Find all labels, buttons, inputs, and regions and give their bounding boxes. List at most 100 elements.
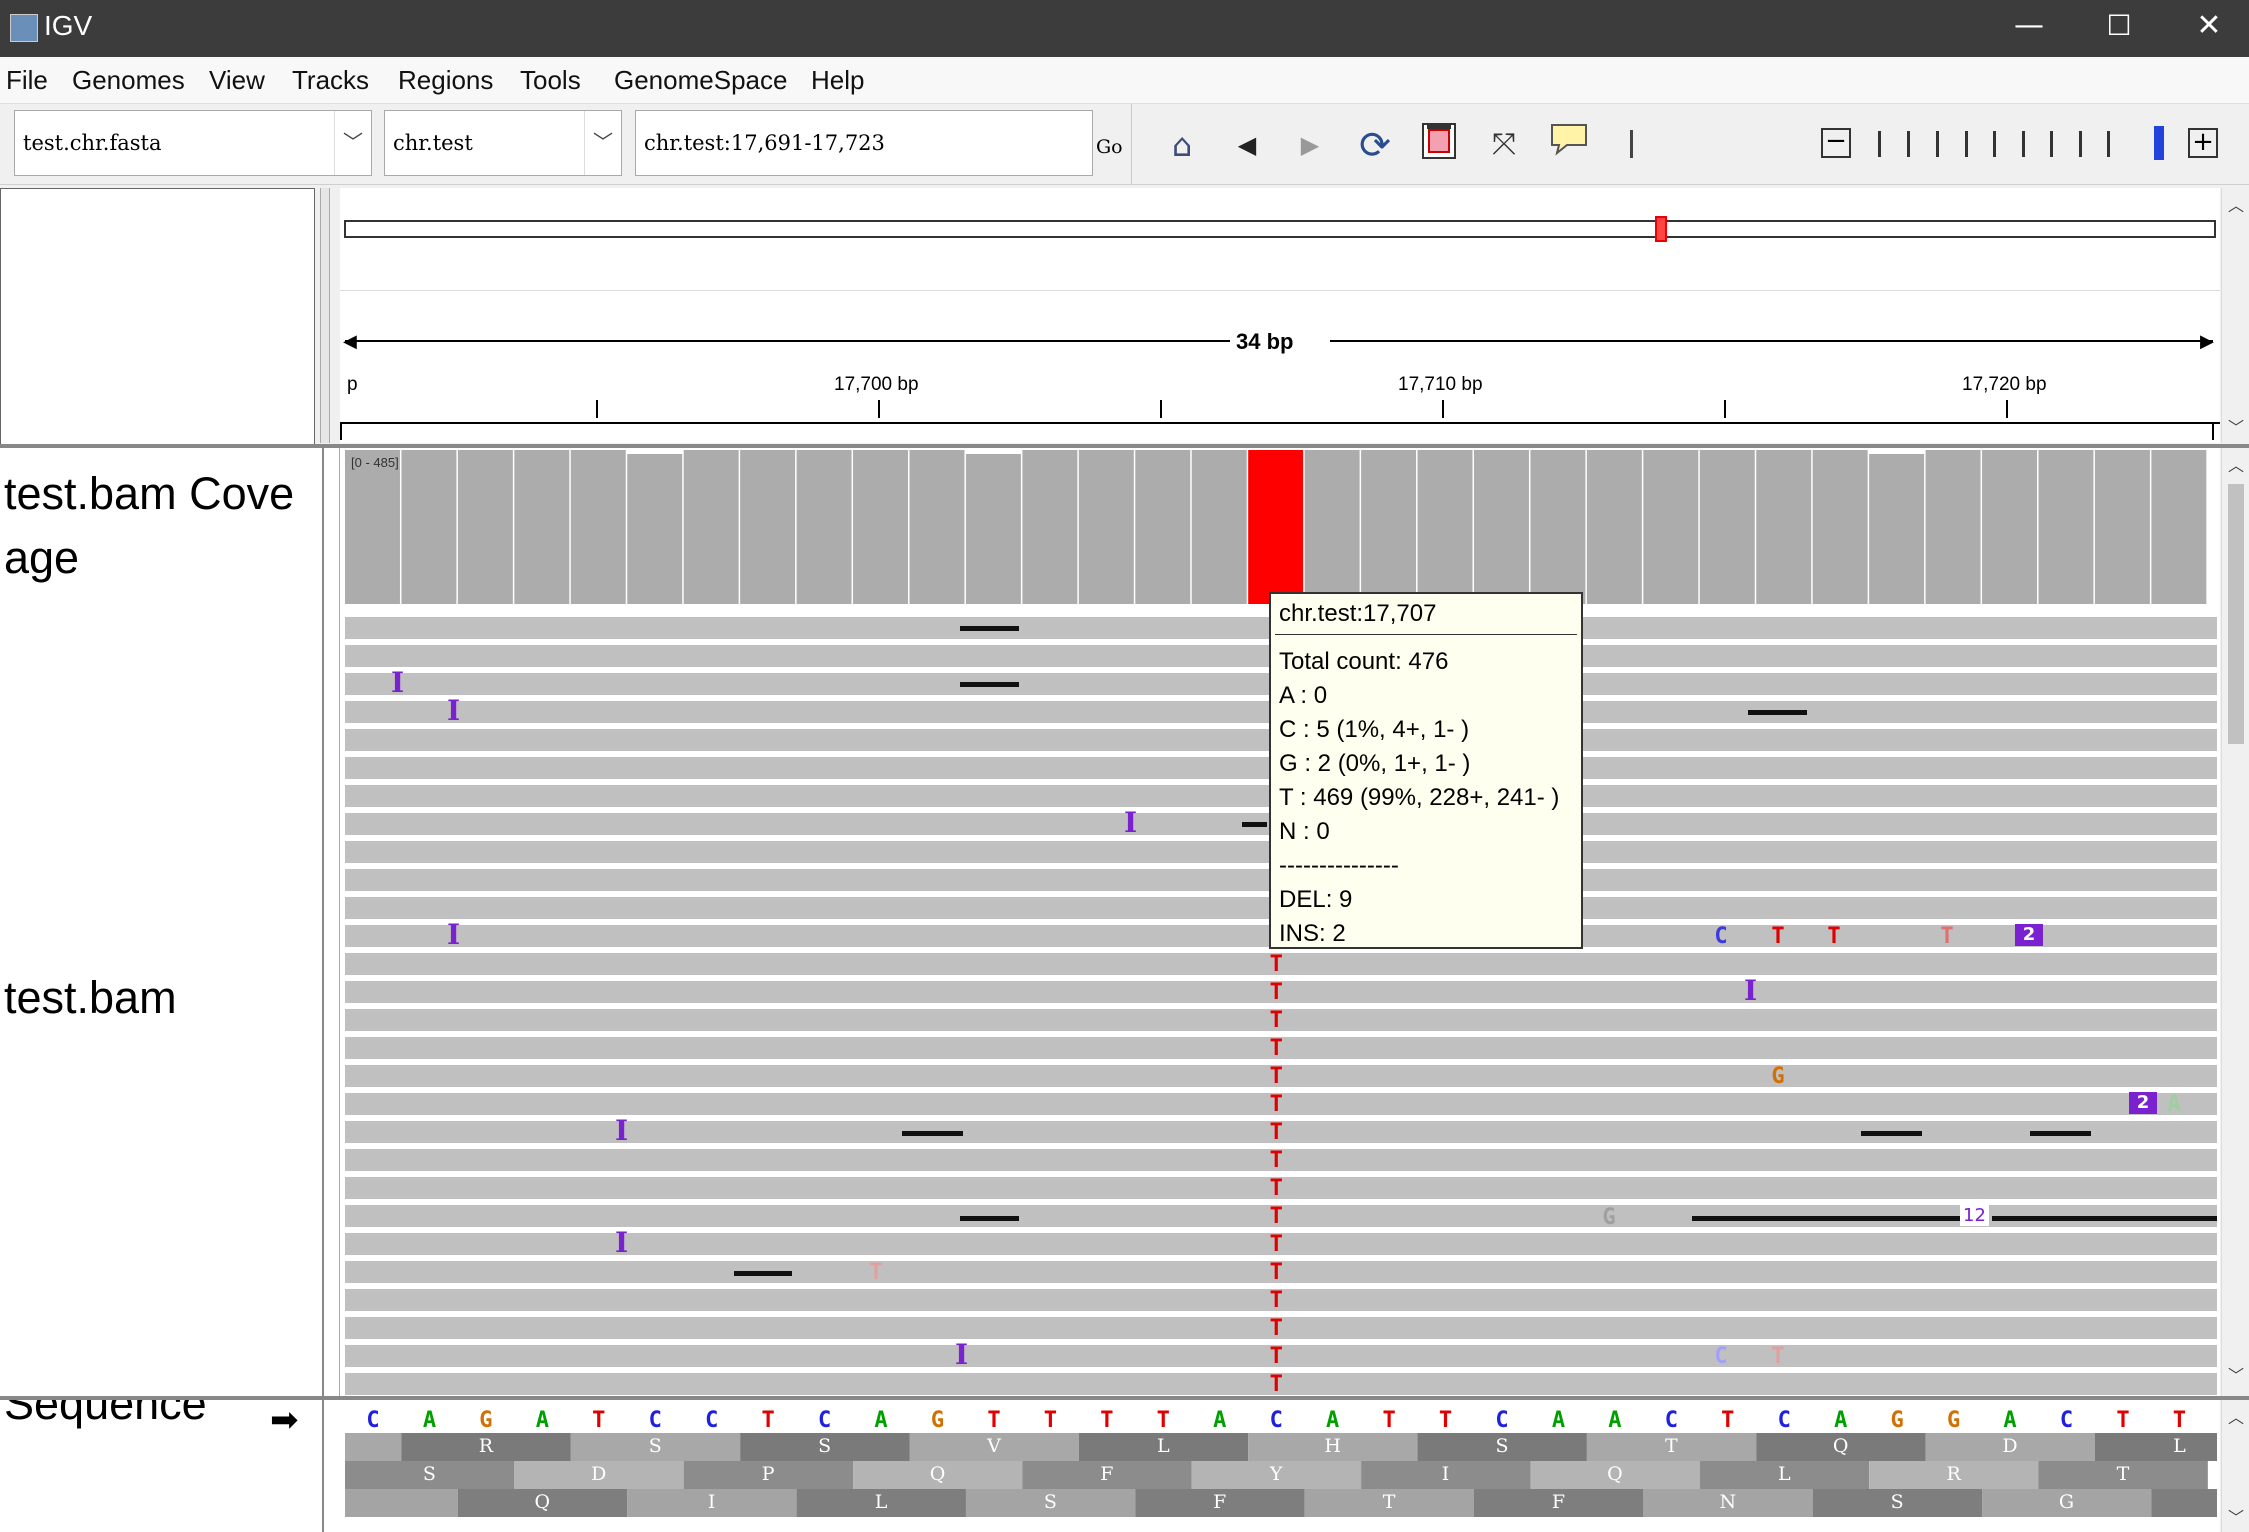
chromosome-ideogram[interactable] xyxy=(344,220,2216,238)
zoom-out-icon[interactable]: − xyxy=(1821,128,1851,158)
data-scrollbar[interactable]: ︿ ﹀ xyxy=(2221,448,2249,1396)
zoom-tick[interactable] xyxy=(1878,131,1881,157)
deletion-marker[interactable] xyxy=(960,626,1019,631)
insertion-count-label[interactable]: 12 xyxy=(1960,1205,1989,1226)
menu-file[interactable]: File xyxy=(6,65,48,96)
coverage-bar[interactable] xyxy=(1530,450,1586,604)
coverage-bar[interactable] xyxy=(1756,450,1812,604)
menu-tracks[interactable]: Tracks xyxy=(292,65,369,96)
codon-block[interactable] xyxy=(345,1433,402,1461)
deletion-marker[interactable] xyxy=(902,1131,963,1136)
coverage-bar[interactable] xyxy=(1135,450,1191,604)
coverage-bar-highlight[interactable] xyxy=(1248,450,1304,604)
mismatch-base[interactable]: G xyxy=(1594,1205,1624,1230)
header-scrollbar[interactable]: ︿ ﹀ xyxy=(2221,188,2249,443)
close-icon[interactable]: ✕ xyxy=(2164,0,2249,57)
mismatch-base[interactable]: T xyxy=(1261,1232,1291,1257)
menu-help[interactable]: Help xyxy=(811,65,864,96)
zoom-tick[interactable] xyxy=(2079,131,2082,157)
menu-genomes[interactable]: Genomes xyxy=(72,65,185,96)
chromosome-dropdown[interactable]: chr.test ﹀ xyxy=(384,110,622,176)
coverage-bar[interactable] xyxy=(1982,450,2037,604)
coverage-bar[interactable] xyxy=(1586,450,1642,604)
insertion-marker[interactable]: I xyxy=(615,1114,628,1147)
insertion-marker[interactable]: I xyxy=(447,918,460,951)
insertion-marker[interactable]: I xyxy=(447,694,460,727)
insertion-marker[interactable]: I xyxy=(1744,974,1757,1007)
coverage-bar[interactable] xyxy=(740,450,796,604)
deletion-marker[interactable] xyxy=(1992,1216,2217,1221)
scroll-down-icon[interactable]: ﹀ xyxy=(2228,414,2244,438)
zoom-tick[interactable] xyxy=(2022,131,2025,157)
deletion-marker[interactable] xyxy=(1242,822,1267,827)
coverage-bar[interactable] xyxy=(796,450,852,604)
alignment-track-label[interactable]: test.bam xyxy=(4,972,177,1024)
coverage-bar[interactable] xyxy=(1022,450,1078,604)
mismatch-base[interactable]: C xyxy=(1706,1344,1736,1369)
zoom-tick[interactable] xyxy=(2107,131,2110,157)
coverage-bar[interactable] xyxy=(514,450,570,604)
zoom-tick[interactable] xyxy=(1965,131,1968,157)
deletion-marker[interactable] xyxy=(1692,1216,1960,1221)
maximize-icon[interactable]: ☐ xyxy=(2074,0,2164,57)
mismatch-base[interactable]: C xyxy=(1706,924,1736,949)
coverage-bar[interactable] xyxy=(345,450,400,604)
coverage-bar[interactable] xyxy=(1078,450,1134,604)
coverage-bar[interactable] xyxy=(1643,450,1699,604)
coverage-bar[interactable] xyxy=(909,450,965,604)
insertion-marker[interactable]: I xyxy=(391,666,404,699)
coverage-bar[interactable] xyxy=(1812,450,1868,604)
mismatch-base[interactable]: T xyxy=(1261,1008,1291,1033)
chevron-down-icon[interactable]: ﹀ xyxy=(334,111,371,175)
mismatch-base[interactable]: T xyxy=(1261,980,1291,1005)
roi-icon[interactable] xyxy=(1416,122,1462,168)
coverage-bar[interactable] xyxy=(1925,450,1981,604)
menu-regions[interactable]: Regions xyxy=(398,65,493,96)
scroll-up-icon[interactable]: ︿ xyxy=(2228,1404,2244,1428)
deletion-marker[interactable] xyxy=(1861,1131,1922,1136)
coverage-bar[interactable] xyxy=(1869,454,1925,604)
deletion-marker[interactable] xyxy=(1748,710,1807,715)
insertion-count-badge[interactable]: 2 xyxy=(2015,924,2043,946)
mismatch-base[interactable]: T xyxy=(1261,1344,1291,1369)
coverage-bar[interactable] xyxy=(2151,450,2207,604)
mismatch-base[interactable]: G xyxy=(1763,1064,1793,1089)
menu-view[interactable]: View xyxy=(209,65,265,96)
menu-genomespace[interactable]: GenomeSpace xyxy=(614,65,787,96)
scroll-down-icon[interactable]: ﹀ xyxy=(2228,1504,2244,1528)
refresh-icon[interactable]: ⟳ xyxy=(1352,122,1398,168)
popup-text-icon[interactable] xyxy=(1546,122,1592,168)
zoom-tick[interactable] xyxy=(2050,131,2053,157)
mismatch-base[interactable]: T xyxy=(1763,924,1793,949)
minimize-icon[interactable]: — xyxy=(1984,0,2074,57)
coverage-bar[interactable] xyxy=(683,450,739,604)
menu-tools[interactable]: Tools xyxy=(520,65,581,96)
mismatch-base[interactable]: T xyxy=(1261,1064,1291,1089)
forward-icon[interactable]: ▶ xyxy=(1287,122,1333,168)
coverage-bar[interactable] xyxy=(457,450,513,604)
feature-scrollbar[interactable]: ︿ ﹀ xyxy=(2221,1400,2249,1532)
coverage-bar[interactable] xyxy=(627,454,683,604)
coverage-bar[interactable] xyxy=(853,450,908,604)
mismatch-base[interactable]: T xyxy=(1261,1176,1291,1201)
insertion-count-badge[interactable]: 2 xyxy=(2129,1092,2157,1114)
mismatch-base[interactable]: T xyxy=(1261,1036,1291,1061)
ideogram-current-region[interactable] xyxy=(1655,216,1667,242)
mismatch-base[interactable]: T xyxy=(1261,1148,1291,1173)
deletion-marker[interactable] xyxy=(734,1271,792,1276)
coverage-track[interactable] xyxy=(340,448,2220,608)
mismatch-base[interactable]: T xyxy=(1932,924,1962,949)
deletion-marker[interactable] xyxy=(960,682,1019,687)
insertion-marker[interactable]: I xyxy=(955,1338,968,1371)
mismatch-base[interactable]: T xyxy=(1261,1204,1291,1229)
zoom-tick[interactable] xyxy=(1993,131,1996,157)
mismatch-base[interactable]: T xyxy=(1261,1372,1291,1397)
coverage-bar[interactable] xyxy=(1304,450,1360,604)
zoom-tick[interactable] xyxy=(1907,131,1910,157)
insertion-marker[interactable]: I xyxy=(615,1226,628,1259)
mismatch-base[interactable]: T xyxy=(1261,952,1291,977)
mismatch-base[interactable]: T xyxy=(1261,1092,1291,1117)
scroll-thumb[interactable] xyxy=(2228,484,2244,744)
mismatch-base[interactable]: T xyxy=(861,1260,891,1285)
resize-icon[interactable]: ⤧ xyxy=(1481,122,1527,168)
